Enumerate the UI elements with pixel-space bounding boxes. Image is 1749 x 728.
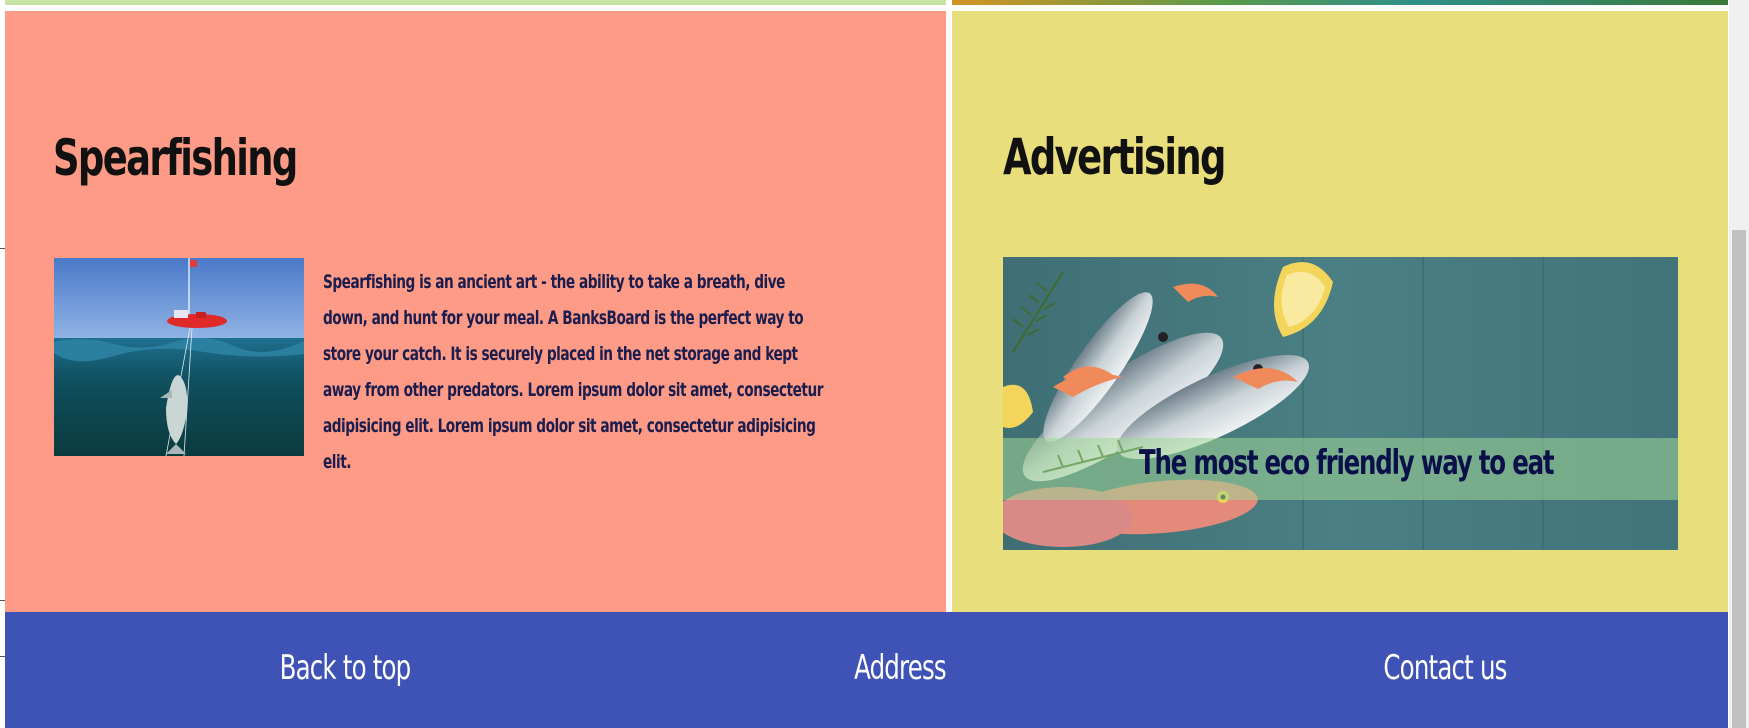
site-footer: Back to top Address Contact us — [5, 612, 1728, 728]
previous-section-image-strip — [952, 0, 1728, 5]
scrollbar-thumb[interactable] — [1732, 230, 1746, 728]
previous-section-strip-left — [5, 0, 946, 5]
advertising-caption: The most eco friendly way to eat — [1139, 443, 1555, 483]
contact-us-link[interactable]: Contact us — [1377, 648, 1513, 688]
left-edge-artifact — [0, 600, 5, 601]
spearfishing-section: Spearfishing Spearfishing is an ancient … — [5, 11, 946, 612]
spearfishing-description: Spearfishing is an ancient art - the abi… — [323, 271, 823, 473]
address-link[interactable]: Address — [832, 648, 968, 688]
spearfishing-photo — [54, 258, 304, 456]
back-to-top-link[interactable]: Back to top — [277, 648, 413, 688]
advertising-title: Advertising — [1003, 128, 1226, 186]
vertical-scrollbar[interactable] — [1729, 0, 1749, 728]
spearfishing-title: Spearfishing — [53, 129, 298, 187]
advertising-photo: The most eco friendly way to eat — [1003, 257, 1678, 550]
left-edge-artifact — [0, 656, 5, 657]
advertising-section: Advertising The most eco friendly way to… — [952, 11, 1728, 612]
left-edge-artifact — [0, 248, 5, 249]
